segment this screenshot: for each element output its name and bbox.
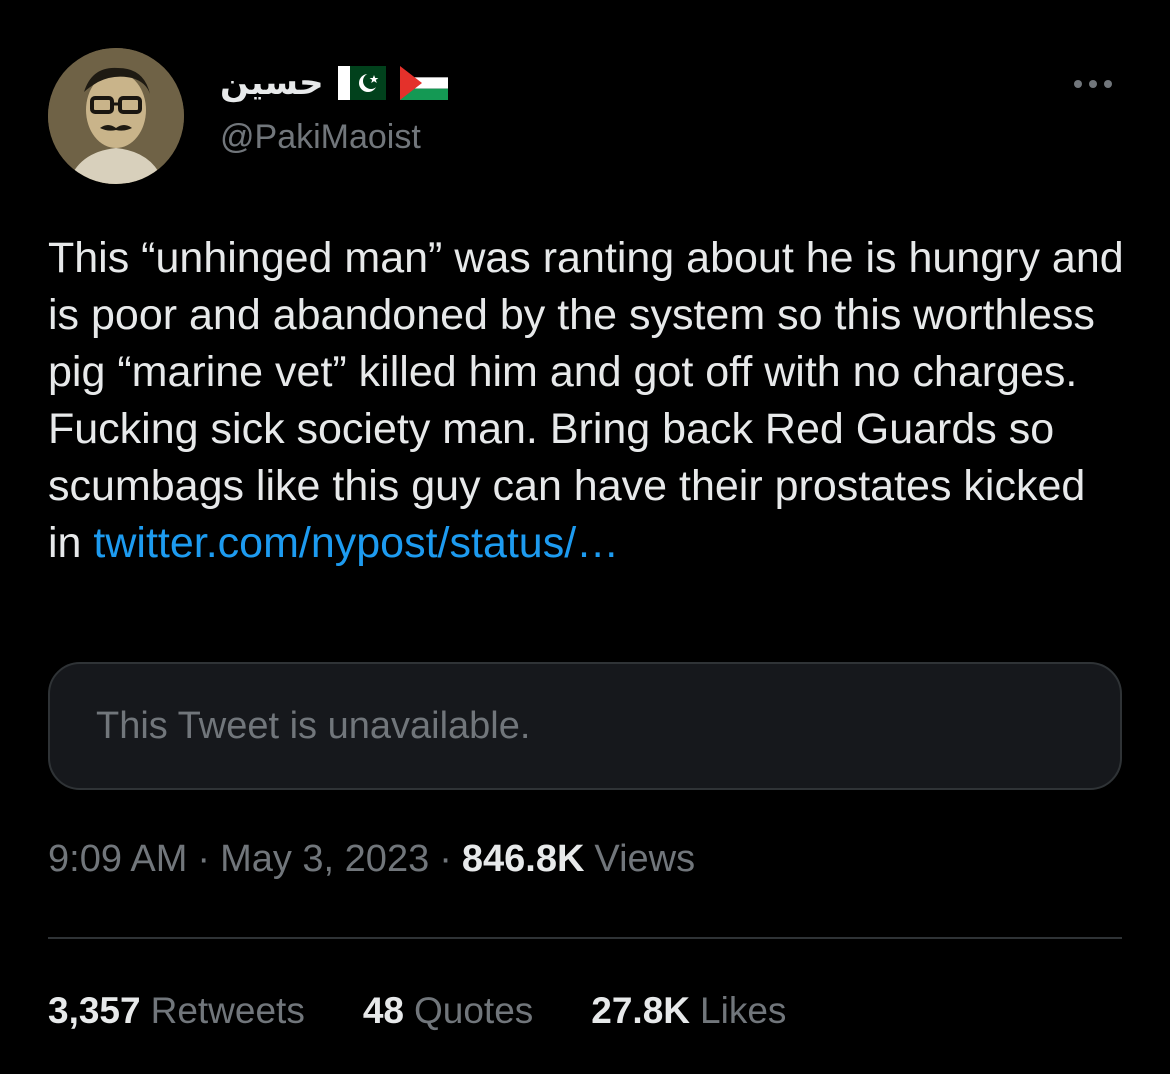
display-name[interactable]: حسين [220, 63, 324, 103]
retweets-count: 3,357 [48, 990, 141, 1031]
palestine-flag-icon [399, 66, 448, 100]
likes-stat[interactable]: 27.8K Likes [591, 990, 786, 1032]
likes-count: 27.8K [591, 990, 691, 1031]
retweets-stat[interactable]: 3,357 Retweets [48, 990, 305, 1032]
views-label[interactable]: Views [594, 838, 695, 881]
ellipsis-icon[interactable] [1074, 74, 1118, 94]
views-count[interactable]: 846.8K [462, 838, 585, 881]
profile-photo [48, 48, 184, 184]
quoted-tweet-card[interactable]: This Tweet is unavailable. [48, 662, 1122, 790]
quoted-tweet-unavailable-text: This Tweet is unavailable. [96, 704, 531, 747]
tweet-body: This “unhinged man” was ranting about he… [48, 234, 1124, 567]
avatar[interactable] [48, 48, 184, 184]
retweets-label: Retweets [150, 990, 305, 1031]
tweet-meta: 9:09 AM · May 3, 2023 · 846.8K Views [48, 838, 695, 881]
quotes-count: 48 [362, 990, 404, 1031]
engagement-stats: 3,357 Retweets 48 Quotes 27.8K Likes [48, 990, 844, 1032]
tweet-text: This “unhinged man” was ranting about he… [48, 230, 1128, 572]
divider [48, 937, 1122, 939]
pakistan-flag-icon [337, 66, 386, 100]
tweet-time[interactable]: 9:09 AM [48, 838, 187, 881]
quotes-label: Quotes [413, 990, 534, 1031]
likes-label: Likes [700, 990, 787, 1031]
quotes-stat[interactable]: 48 Quotes [363, 990, 533, 1032]
author-handle[interactable]: @PakiMaoist [220, 118, 421, 157]
tweet-link[interactable]: twitter.com/nypost/status/… [93, 519, 619, 567]
tweet-date[interactable]: May 3, 2023 [220, 838, 429, 881]
author-name-row[interactable]: حسين [220, 60, 448, 106]
meta-separator: · [439, 838, 452, 880]
meta-separator: · [197, 838, 211, 880]
